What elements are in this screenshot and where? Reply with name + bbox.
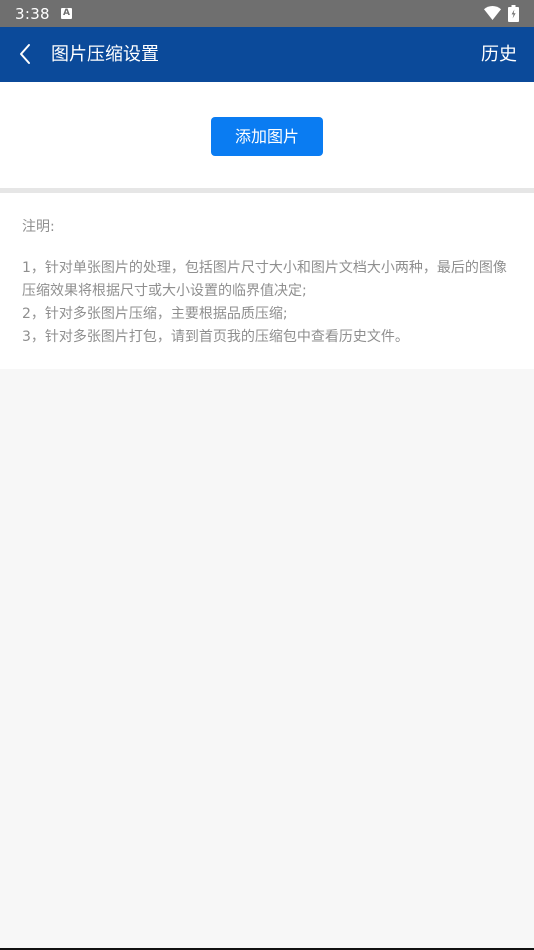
a-icon: A bbox=[61, 8, 72, 19]
note-item: 3，针对多张图片打包，请到首页我的压缩包中查看历史文件。 bbox=[22, 329, 409, 345]
battery-icon bbox=[508, 5, 519, 22]
notes-title: 注明: bbox=[22, 219, 55, 235]
status-time: 3:38 bbox=[15, 5, 50, 23]
note-item: 2，针对多张图片压缩，主要根据品质压缩; bbox=[22, 306, 288, 322]
add-image-button[interactable]: 添加图片 bbox=[211, 117, 323, 156]
add-image-panel: 添加图片 bbox=[0, 82, 534, 188]
history-button[interactable]: 历史 bbox=[481, 42, 517, 67]
notes-panel: 注明: 1，针对单张图片的处理，包括图片尺寸大小和图片文档大小两种，最后的图像压… bbox=[0, 193, 534, 369]
notes-list: 1，针对单张图片的处理，包括图片尺寸大小和图片文档大小两种，最后的图像压缩效果将… bbox=[22, 257, 512, 349]
app-toolbar: 图片压缩设置 历史 bbox=[0, 27, 534, 82]
status-bar: 3:38 A bbox=[0, 0, 534, 27]
chevron-left-icon[interactable] bbox=[14, 41, 38, 67]
note-item: 1，针对单张图片的处理，包括图片尺寸大小和图片文档大小两种，最后的图像压缩效果将… bbox=[22, 260, 507, 299]
wifi-icon bbox=[484, 6, 501, 20]
page-title: 图片压缩设置 bbox=[51, 44, 159, 65]
